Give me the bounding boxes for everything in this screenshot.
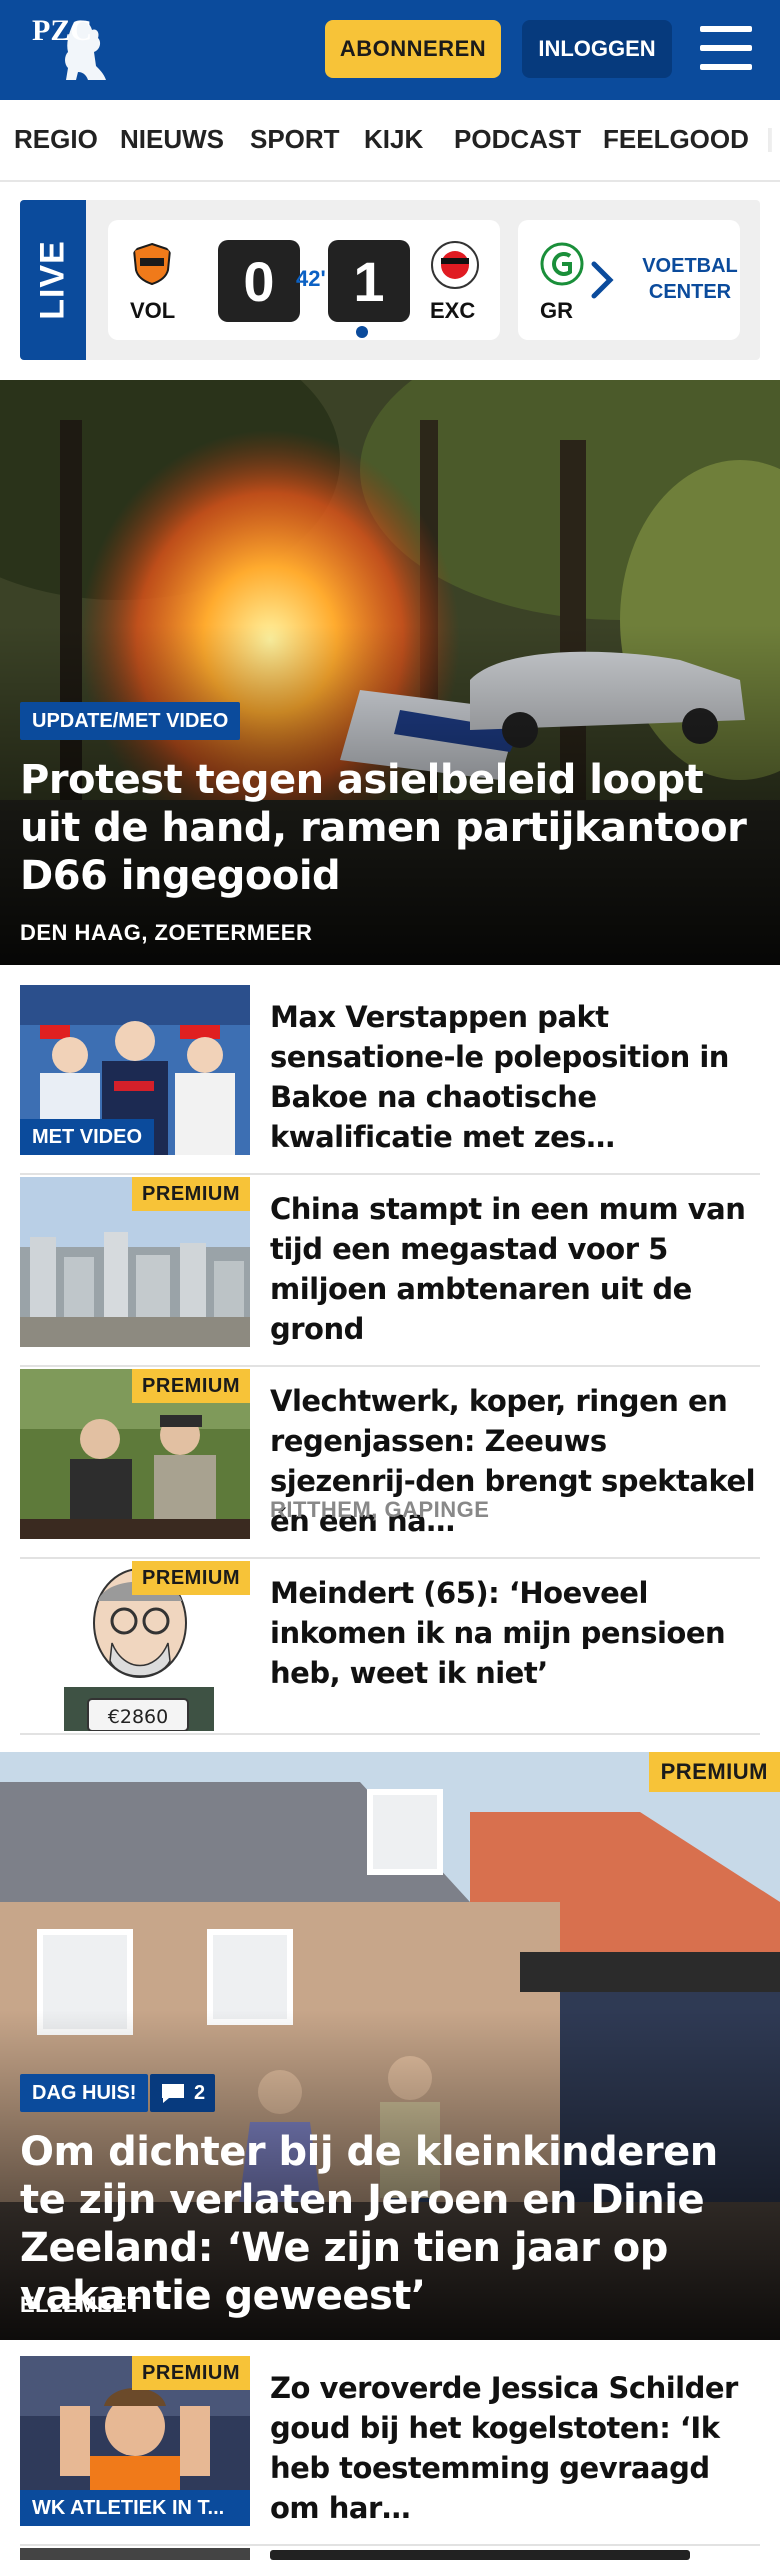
article-thumbnail: PREMIUM WK ATLETIEK IN T...: [20, 2356, 250, 2526]
article-title[interactable]: Zo veroverde Jessica Schilder goud bij h…: [270, 2368, 760, 2528]
logo-letters: PZC: [32, 14, 92, 47]
premium-badge: PREMIUM: [132, 2356, 250, 2390]
list-item[interactable]: PREMIUM Vlechtwerk, koper, ringen en reg…: [20, 1369, 760, 1559]
premium-badge: PREMIUM: [132, 1369, 250, 1403]
chevron-right-icon[interactable]: [588, 258, 618, 302]
premium-badge: PREMIUM: [132, 1561, 250, 1595]
article-thumbnail: MET VIDEO: [20, 985, 250, 1155]
away-score: 1: [328, 240, 410, 322]
next-article-title-peek: [270, 2550, 690, 2560]
groningen-crest-icon: [540, 242, 584, 286]
list-item[interactable]: PREMIUM China stampt in een mum van tijd…: [20, 1177, 760, 1367]
next-team-code: GR: [540, 298, 573, 323]
pzc-logo[interactable]: PZC: [30, 14, 110, 86]
nav-item-nieuws[interactable]: NIEUWS: [120, 124, 224, 155]
feature-location: ELLEMEET: [20, 2292, 142, 2317]
login-button[interactable]: INLOGGEN: [522, 20, 672, 78]
nav-item-sport[interactable]: SPORT: [250, 124, 340, 155]
home-score: 0: [218, 240, 300, 322]
next-article-peek: [20, 2548, 250, 2560]
sign-text: €2860: [108, 1706, 168, 1728]
feature-badge: DAG HUIS!: [20, 2074, 149, 2112]
nav-item-regio[interactable]: REGIO: [14, 124, 98, 155]
article-thumbnail: PREMIUM: [20, 1177, 250, 1347]
section-nav: REGIO NIEUWS SPORT KIJK PODCAST FEELGOOD: [0, 100, 780, 182]
list-item[interactable]: €2860 PREMIUM Meindert (65): ‘Hoeveel in…: [20, 1561, 760, 1735]
away-team-code: EXC: [430, 298, 476, 323]
list-item[interactable]: PREMIUM WK ATLETIEK IN T... Zo veroverde…: [20, 2356, 760, 2546]
article-title[interactable]: China stampt in een mum van tijd een meg…: [270, 1189, 760, 1349]
comment-count[interactable]: 2: [150, 2074, 216, 2112]
article-thumbnail: €2860 PREMIUM: [20, 1561, 250, 1731]
hero-badge: UPDATE/MET VIDEO: [20, 702, 241, 740]
match-minute: 42': [296, 266, 326, 291]
thumb-label: MET VIDEO: [20, 1119, 155, 1155]
home-team-code: VOL: [130, 298, 176, 323]
nav-item-kijk[interactable]: KIJK: [364, 124, 423, 155]
volendam-crest-icon: [132, 242, 172, 286]
hero-location: DEN HAAG, ZOETERMEER: [20, 920, 313, 945]
article-title[interactable]: Meindert (65): ‘Hoeveel inkomen ik na mi…: [270, 1573, 760, 1693]
excelsior-crest-icon: [431, 241, 479, 289]
nav-fade: [750, 100, 780, 180]
hero-article[interactable]: UPDATE/MET VIDEO Protest tegen asielbele…: [0, 380, 780, 965]
feature-article[interactable]: PREMIUM DAG HUIS! 2 Om dichter bij de kl…: [0, 1752, 780, 2340]
live-scores-bar: LIVE VOL 0 42' 1 EXC GR VOETBAL CENTER: [20, 200, 760, 360]
voetbal-center-link[interactable]: VOETBAL CENTER: [640, 220, 740, 340]
match-card[interactable]: VOL 0 42' 1 EXC: [108, 220, 500, 340]
goal-indicator: [356, 326, 368, 338]
list-item[interactable]: MET VIDEO Max Verstappen pakt sensatione…: [20, 985, 760, 1175]
premium-badge: PREMIUM: [648, 1752, 780, 1792]
thumb-label: WK ATLETIEK IN T...: [20, 2490, 250, 2526]
comment-count-value: 2: [194, 2081, 206, 2104]
nav-item-feelgood[interactable]: FEELGOOD: [603, 124, 749, 155]
premium-badge: PREMIUM: [132, 1177, 250, 1211]
menu-icon[interactable]: [700, 26, 752, 70]
subscribe-button[interactable]: ABONNEREN: [325, 20, 501, 78]
nav-item-podcast[interactable]: PODCAST: [454, 124, 581, 155]
live-tag: LIVE: [20, 200, 86, 360]
comment-icon: [162, 2084, 184, 2103]
hero-title[interactable]: Protest tegen asielbeleid loopt uit de h…: [20, 756, 760, 900]
article-location: RITTHEM, GAPINGE: [270, 1497, 490, 1522]
article-title[interactable]: Max Verstappen pakt sensatione-le polepo…: [270, 997, 760, 1157]
site-header: PZC ABONNEREN INLOGGEN: [0, 0, 780, 100]
article-thumbnail: PREMIUM: [20, 1369, 250, 1539]
